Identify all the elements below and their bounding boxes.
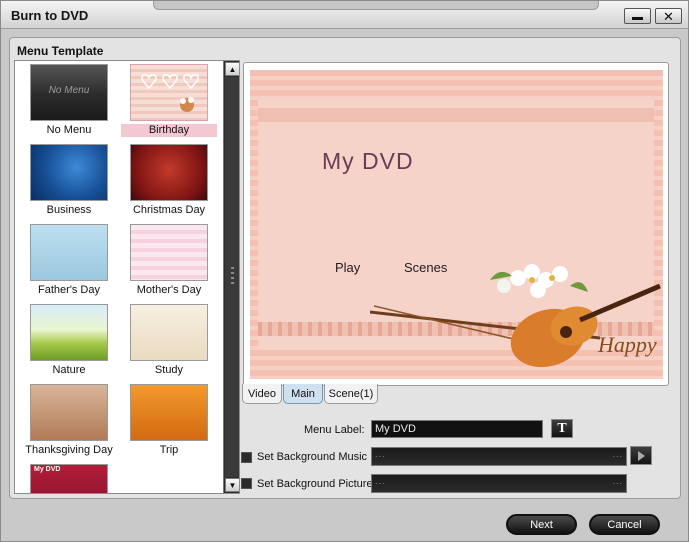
play-icon bbox=[637, 450, 645, 461]
minimize-icon bbox=[632, 16, 643, 20]
template-label: Study bbox=[154, 364, 184, 376]
template-thumbnail bbox=[130, 384, 208, 441]
template-label: Nature bbox=[52, 364, 86, 376]
close-icon: ✕ bbox=[663, 8, 674, 24]
template-thumbnail bbox=[30, 224, 108, 281]
minimize-button[interactable] bbox=[624, 8, 651, 24]
template-item-mothers-day[interactable]: Mother's Day bbox=[121, 221, 217, 301]
template-thumbnail bbox=[130, 144, 208, 201]
play-music-button[interactable] bbox=[630, 446, 652, 465]
template-label: Christmas Day bbox=[132, 204, 206, 216]
text-style-button[interactable]: T bbox=[551, 419, 573, 438]
template-thumbnail bbox=[130, 224, 208, 281]
chevron-up-icon: ▲ bbox=[228, 64, 237, 74]
thumbnail-text: No Menu bbox=[48, 85, 90, 96]
template-item-fathers-day[interactable]: Father's Day bbox=[21, 221, 117, 301]
happy-logo-text: Happy bbox=[597, 332, 657, 357]
next-button[interactable]: Next bbox=[506, 514, 577, 535]
template-list: No Menu No Menu Birthday Business Christ… bbox=[14, 60, 240, 494]
hearts-icon bbox=[141, 73, 199, 112]
template-thumbnail: My DVD bbox=[30, 464, 108, 493]
path-dots-right: ... bbox=[612, 476, 623, 486]
template-item-trip[interactable]: Trip bbox=[121, 381, 217, 461]
template-thumbnail bbox=[130, 64, 208, 121]
template-item-nature[interactable]: Nature bbox=[21, 301, 117, 381]
bg-music-path-field[interactable]: ...... bbox=[371, 447, 627, 466]
burn-to-dvd-window: Burn to DVD ✕ Menu Template No Menu No M… bbox=[0, 0, 689, 542]
tab-scene[interactable]: Scene(1) bbox=[324, 384, 378, 404]
template-list-scrollbar[interactable]: ▲ ▼ bbox=[223, 61, 239, 493]
bg-picture-label: Set Background Picture bbox=[257, 478, 373, 490]
close-button[interactable]: ✕ bbox=[655, 8, 682, 24]
menu-label-caption: Menu Label: bbox=[304, 424, 365, 436]
template-item-no-menu[interactable]: No Menu No Menu bbox=[21, 61, 117, 141]
template-label: Father's Day bbox=[37, 284, 100, 296]
bg-music-label: Set Background Music bbox=[257, 451, 368, 463]
title-bar-notch bbox=[153, 1, 599, 10]
thumbnail-text: My DVD bbox=[34, 466, 61, 473]
scroll-grip[interactable] bbox=[231, 267, 234, 287]
menu-preview-frame: My DVD Play Scenes Happy bbox=[243, 62, 669, 386]
bg-picture-checkbox[interactable] bbox=[241, 478, 252, 489]
text-format-icon: T bbox=[557, 420, 567, 436]
bg-music-checkbox[interactable] bbox=[241, 452, 252, 463]
chevron-down-icon: ▼ bbox=[228, 480, 237, 490]
template-thumbnail bbox=[130, 304, 208, 361]
scroll-track[interactable] bbox=[225, 77, 239, 477]
template-thumbnail bbox=[30, 144, 108, 201]
title-bar: Burn to DVD ✕ bbox=[1, 1, 688, 29]
path-dots-left: ... bbox=[375, 476, 386, 486]
panel-title: Menu Template bbox=[17, 44, 104, 58]
preview-top-band bbox=[258, 108, 654, 122]
preview-menu-title[interactable]: My DVD bbox=[322, 148, 414, 175]
template-item-business[interactable]: Business bbox=[21, 141, 117, 221]
menu-label-input[interactable] bbox=[371, 420, 543, 438]
guitar-flowers-icon: Happy bbox=[370, 264, 661, 368]
template-thumbnail bbox=[30, 384, 108, 441]
preview-play-item[interactable]: Play bbox=[335, 260, 360, 275]
cancel-button[interactable]: Cancel bbox=[589, 514, 660, 535]
template-label: No Menu bbox=[46, 124, 92, 136]
template-item-study[interactable]: Study bbox=[121, 301, 217, 381]
path-dots-right: ... bbox=[612, 449, 623, 459]
window-title: Burn to DVD bbox=[11, 8, 89, 23]
tab-main[interactable]: Main bbox=[283, 384, 323, 404]
template-label: Trip bbox=[159, 444, 179, 456]
menu-template-panel: Menu Template No Menu No Menu Birthday B… bbox=[9, 37, 681, 499]
template-label: Birthday bbox=[121, 124, 217, 137]
template-label: Mother's Day bbox=[136, 284, 202, 296]
scroll-up-button[interactable]: ▲ bbox=[225, 62, 239, 76]
bg-picture-path-field[interactable]: ...... bbox=[371, 474, 627, 493]
tab-video[interactable]: Video bbox=[242, 384, 282, 404]
template-item-thanksgiving-day[interactable]: Thanksgiving Day bbox=[21, 381, 117, 461]
menu-preview: My DVD Play Scenes Happy bbox=[250, 70, 663, 379]
template-item-my-dvd[interactable]: My DVD bbox=[21, 461, 117, 493]
template-thumbnail: No Menu bbox=[30, 64, 108, 121]
template-item-birthday[interactable]: Birthday bbox=[121, 61, 217, 141]
template-thumbnail bbox=[30, 304, 108, 361]
template-label: Business bbox=[46, 204, 92, 216]
scroll-down-button[interactable]: ▼ bbox=[225, 478, 239, 492]
template-item-christmas-day[interactable]: Christmas Day bbox=[121, 141, 217, 221]
path-dots-left: ... bbox=[375, 449, 386, 459]
template-label: Thanksgiving Day bbox=[25, 444, 113, 456]
